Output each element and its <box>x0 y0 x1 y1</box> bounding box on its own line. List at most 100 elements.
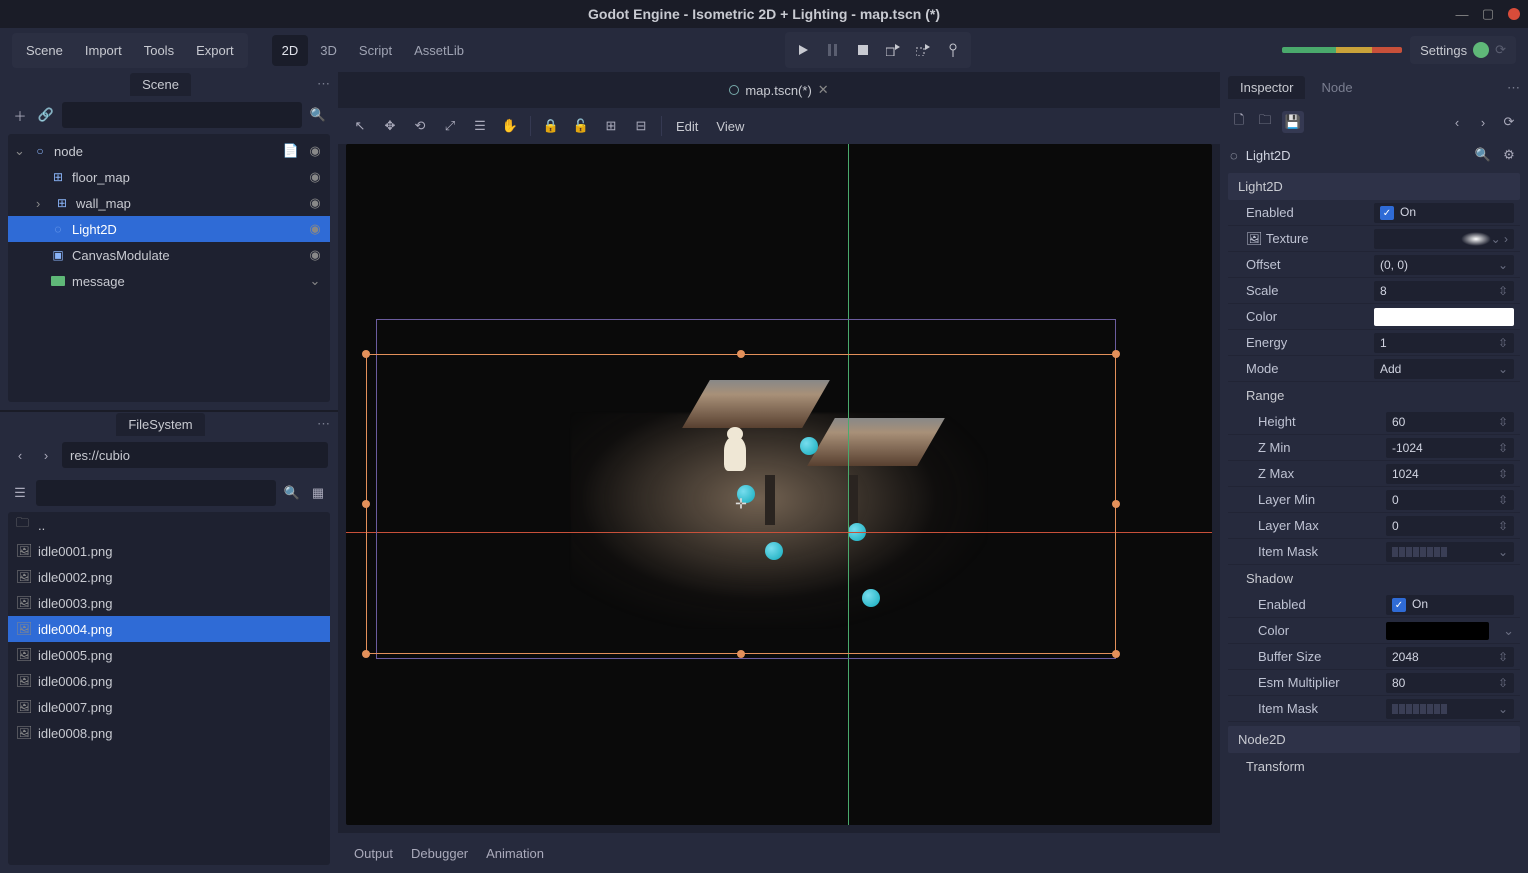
node-label[interactable]: CanvasModulate <box>72 248 300 263</box>
visibility-icon[interactable]: ⌄ <box>306 273 324 289</box>
visibility-icon[interactable]: ◉ <box>306 221 324 237</box>
unlock-icon[interactable]: 🔓 <box>571 116 591 136</box>
node-label[interactable]: node <box>54 144 276 159</box>
ungroup-icon[interactable]: ⊟ <box>631 116 651 136</box>
move-tool-icon[interactable]: ✥ <box>380 116 400 136</box>
menu-tools[interactable]: Tools <box>134 37 184 64</box>
scene-tree[interactable]: ⌄ ○ node 📄 ◉ ⊞ floor_map ◉ › ⊞ wall_map <box>8 134 330 402</box>
dock-options-icon[interactable]: ⋯ <box>317 416 330 432</box>
tab-scene-dock[interactable]: Scene <box>130 73 191 96</box>
canvas-view-menu[interactable]: View <box>712 119 748 134</box>
section-shadow[interactable]: Shadow <box>1228 565 1520 592</box>
section-light2d[interactable]: Light2D <box>1228 173 1520 200</box>
tab-script[interactable]: Script <box>349 35 402 66</box>
section-range[interactable]: Range <box>1228 382 1520 409</box>
fs-list[interactable]: 🗀.. 🖼idle0001.png 🖼idle0002.png 🖼idle000… <box>8 512 330 865</box>
node-label[interactable]: wall_map <box>76 196 300 211</box>
gear-icon[interactable]: ⚙ <box>1500 147 1518 163</box>
history-fwd-icon[interactable]: › <box>1474 115 1492 130</box>
fs-row[interactable]: 🖼idle0004.png <box>8 616 330 642</box>
fs-row[interactable]: 🖼idle0001.png <box>8 538 330 564</box>
play-button[interactable] <box>789 36 817 64</box>
bottom-tab-debugger[interactable]: Debugger <box>411 846 468 861</box>
color-swatch[interactable] <box>1386 622 1489 640</box>
visibility-icon[interactable]: ◉ <box>306 195 324 211</box>
visibility-icon[interactable]: ◉ <box>306 169 324 185</box>
menu-scene[interactable]: Scene <box>16 37 73 64</box>
tab-2d[interactable]: 2D <box>272 35 309 66</box>
fs-filter-input[interactable] <box>36 480 276 506</box>
menu-import[interactable]: Import <box>75 37 132 64</box>
instance-scene-button[interactable]: 🔗 <box>36 105 56 125</box>
expander-icon[interactable]: ⌄ <box>14 143 26 159</box>
tab-node[interactable]: Node <box>1309 76 1364 99</box>
search-icon[interactable]: 🔍 <box>1474 147 1492 163</box>
fs-grid-toggle[interactable]: ▦ <box>308 483 328 503</box>
fs-row[interactable]: 🖼idle0006.png <box>8 668 330 694</box>
node-label[interactable]: floor_map <box>72 170 300 185</box>
minimize-button[interactable]: — <box>1456 8 1468 20</box>
visibility-icon[interactable]: ◉ <box>306 143 324 159</box>
bottom-tab-animation[interactable]: Animation <box>486 846 544 861</box>
close-tab-icon[interactable]: ✕ <box>818 82 829 98</box>
history-back-icon[interactable]: ‹ <box>1448 115 1466 130</box>
section-transform[interactable]: Transform <box>1228 753 1520 780</box>
fs-row[interactable]: 🖼idle0008.png <box>8 720 330 746</box>
fs-row[interactable]: 🖼idle0007.png <box>8 694 330 720</box>
visibility-icon[interactable]: ◉ <box>306 247 324 263</box>
history-icon[interactable]: ⟳ <box>1500 114 1518 130</box>
search-icon: 🔍 <box>308 105 328 125</box>
dock-options-icon[interactable]: ⋯ <box>1507 80 1520 96</box>
open-resource-icon[interactable]: 🗀 <box>1256 111 1274 133</box>
canvas-edit-menu[interactable]: Edit <box>672 119 702 134</box>
play-custom-scene-button[interactable] <box>909 36 937 64</box>
layer-mask[interactable] <box>1392 704 1447 714</box>
tab-assetlib[interactable]: AssetLib <box>404 35 474 66</box>
fs-row[interactable]: 🖼idle0005.png <box>8 642 330 668</box>
section-node2d[interactable]: Node2D <box>1228 726 1520 753</box>
bottom-tab-output[interactable]: Output <box>354 846 393 861</box>
node-label[interactable]: Light2D <box>72 222 300 237</box>
fs-row[interactable]: 🖼idle0003.png <box>8 590 330 616</box>
close-button[interactable] <box>1508 8 1520 20</box>
scene-tab[interactable]: map.tscn(*) ✕ <box>719 78 838 102</box>
script-icon[interactable]: 📄 <box>282 143 300 159</box>
play-scene-button[interactable] <box>879 36 907 64</box>
layer-mask[interactable] <box>1392 547 1447 557</box>
fs-row-up[interactable]: 🗀.. <box>8 512 330 538</box>
rotate-tool-icon[interactable]: ⟲ <box>410 116 430 136</box>
pan-tool-icon[interactable]: ✋ <box>500 116 520 136</box>
label-icon <box>50 273 66 289</box>
expander-icon[interactable]: › <box>36 196 48 211</box>
scale-tool-icon[interactable]: ⤢ <box>440 116 460 136</box>
inspector-properties[interactable]: Light2D Enabled✓On 🖼 Texture⌄ › Offset(0… <box>1228 169 1520 865</box>
tab-filesystem[interactable]: FileSystem <box>116 413 204 436</box>
viewport-2d[interactable]: ✛ <box>346 144 1212 825</box>
select-tool-icon[interactable]: ↖ <box>350 116 370 136</box>
fs-tree-toggle[interactable]: ☰ <box>10 483 30 503</box>
scene-filter-input[interactable] <box>62 102 302 128</box>
color-swatch[interactable] <box>1374 308 1514 326</box>
lock-icon[interactable]: 🔒 <box>541 116 561 136</box>
performance-bar <box>1282 47 1402 53</box>
tab-inspector[interactable]: Inspector <box>1228 76 1305 99</box>
remote-debug-button[interactable] <box>939 36 967 64</box>
settings-button[interactable]: Settings ⟳ <box>1410 36 1516 64</box>
pause-button[interactable] <box>819 36 847 64</box>
stop-button[interactable] <box>849 36 877 64</box>
maximize-button[interactable]: ▢ <box>1482 8 1494 20</box>
menu-export[interactable]: Export <box>186 37 244 64</box>
save-resource-icon[interactable]: 💾 <box>1282 111 1304 133</box>
list-select-icon[interactable]: ☰ <box>470 116 490 136</box>
fs-back-button[interactable]: ‹ <box>10 445 30 465</box>
origin-gizmo[interactable]: ✛ <box>735 496 747 513</box>
tab-3d[interactable]: 3D <box>310 35 347 66</box>
group-icon[interactable]: ⊞ <box>601 116 621 136</box>
dock-options-icon[interactable]: ⋯ <box>317 76 330 92</box>
new-resource-icon[interactable]: 🗋 <box>1230 111 1248 133</box>
fs-row[interactable]: 🖼idle0002.png <box>8 564 330 590</box>
fs-path[interactable]: res://cubio <box>62 442 328 468</box>
node-label[interactable]: message <box>72 274 300 289</box>
add-node-button[interactable]: ＋ <box>10 105 30 125</box>
fs-forward-button[interactable]: › <box>36 445 56 465</box>
